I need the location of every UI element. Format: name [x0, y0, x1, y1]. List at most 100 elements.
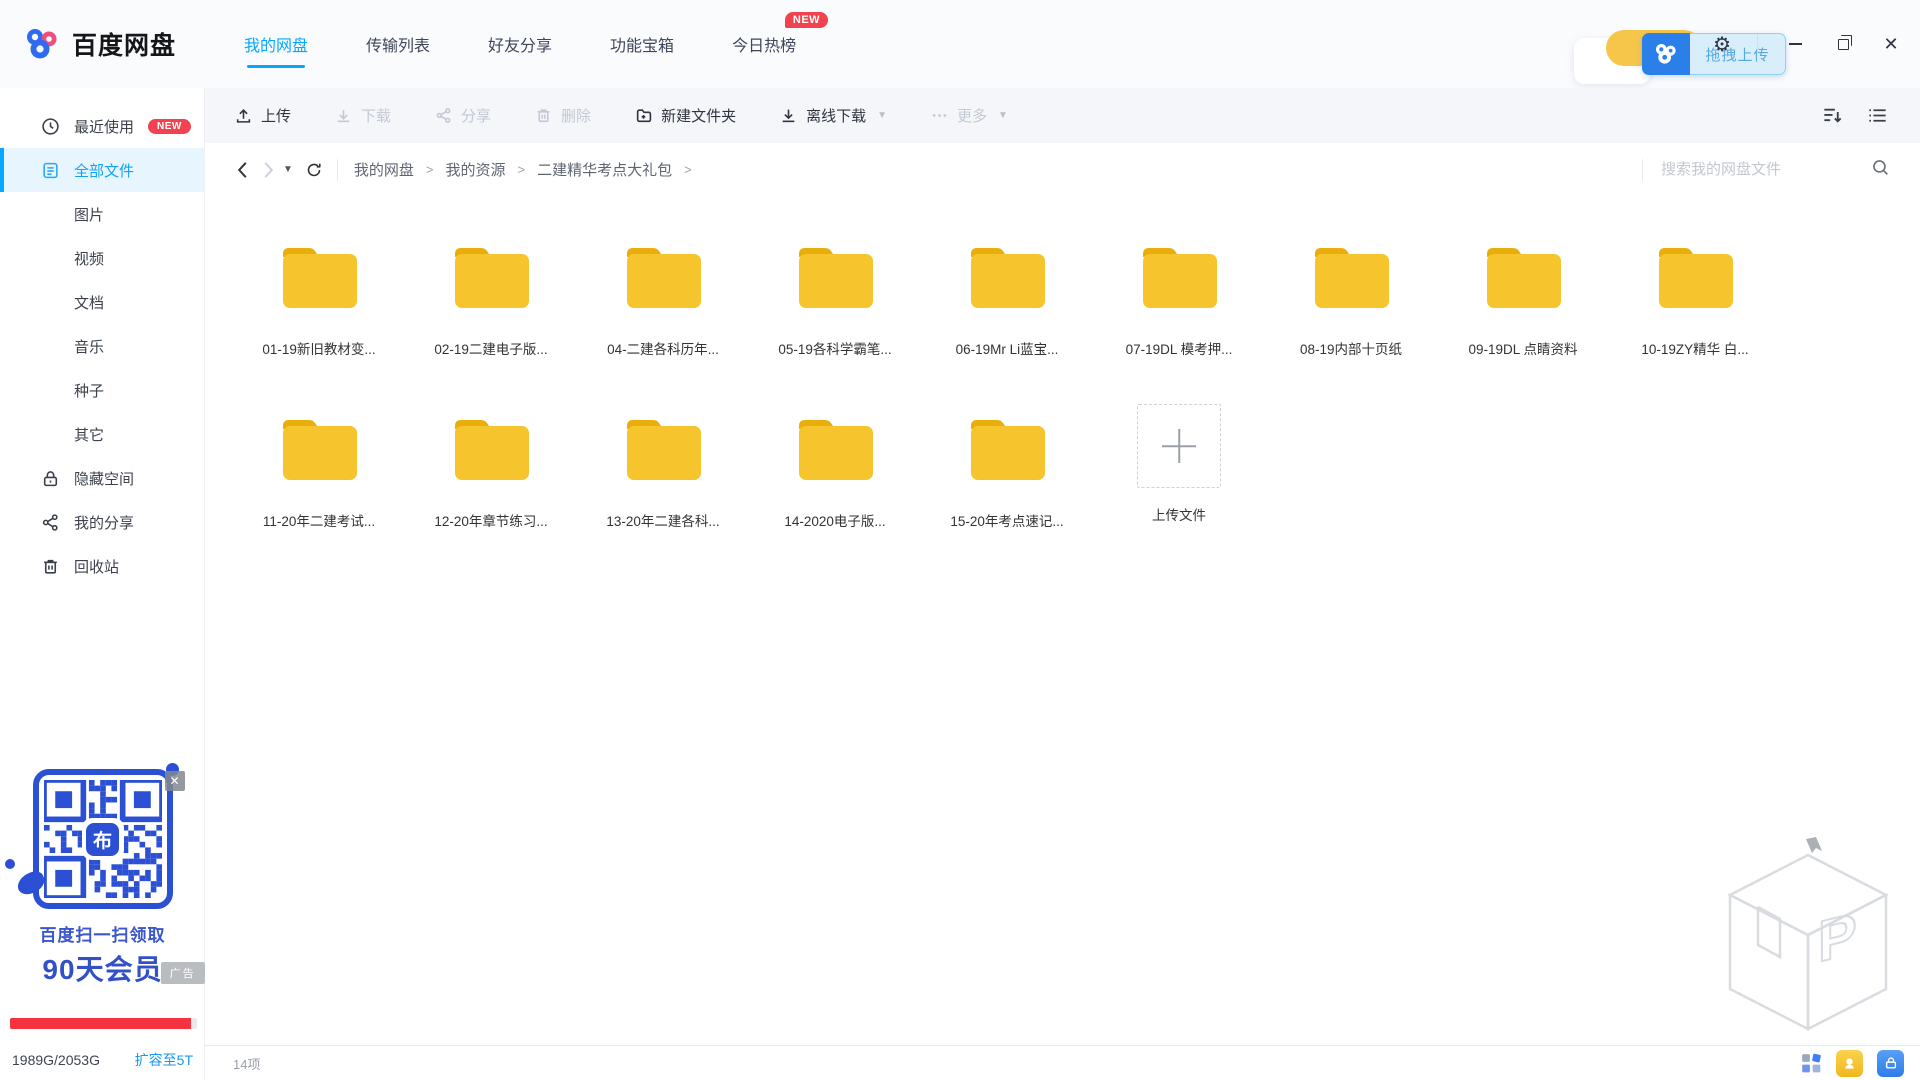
folder-icon	[1307, 242, 1395, 314]
folder-tile[interactable]: 08-19内部十页纸	[1265, 230, 1437, 402]
folder-tile[interactable]: 01-19新旧教材变...	[233, 230, 405, 402]
sidebar-category-item[interactable]: 文档	[0, 280, 204, 324]
window-controls-divider	[1757, 34, 1758, 54]
folder-icon	[619, 414, 707, 486]
breadcrumb-item[interactable]: 我的资源	[446, 159, 506, 180]
folder-tile[interactable]: 05-19各科学霸笔...	[749, 230, 921, 402]
search-input[interactable]	[1661, 161, 1871, 178]
folder-icon	[963, 414, 1051, 486]
chevron-down-icon[interactable]: ▼	[998, 110, 1008, 121]
folder-icon	[447, 414, 535, 486]
drag-upload-logo	[1642, 33, 1690, 75]
delete-button[interactable]: 删除	[535, 105, 591, 126]
refresh-icon[interactable]	[301, 157, 327, 183]
more-button[interactable]: 更多 ▼	[931, 105, 1008, 126]
sort-order-icon[interactable]	[1822, 105, 1843, 126]
folder-name: 09-19DL 点睛资料	[1468, 338, 1577, 358]
share-icon	[435, 107, 452, 124]
share-button[interactable]: 分享	[435, 105, 491, 126]
folder-tile[interactable]: 04-二建各科历年...	[577, 230, 749, 402]
folder-tile[interactable]: 15-20年考点速记...	[921, 402, 1093, 574]
ad-tag: 广告	[161, 962, 205, 984]
download-button[interactable]: 下载	[335, 105, 391, 126]
folder-tile[interactable]: 06-19Mr Li蓝宝...	[921, 230, 1093, 402]
folder-tile[interactable]: 10-19ZY精华 白...	[1609, 230, 1781, 402]
folder-tile[interactable]: 02-19二建电子版...	[405, 230, 577, 402]
minimize-button[interactable]	[1784, 33, 1806, 55]
breadcrumb-item[interactable]: 二建精华考点大礼包	[537, 159, 672, 180]
svg-text:P: P	[1818, 901, 1857, 975]
sidebar-item-label: 视频	[74, 248, 104, 269]
nav-tab[interactable]: 今日热榜NEW	[730, 26, 798, 62]
qr-code: 布 ✕	[33, 769, 173, 909]
promo-ad[interactable]: 布 ✕ 百度扫一扫领取 90天会员 广告	[0, 769, 205, 988]
clock-icon	[40, 117, 60, 136]
ad-text-line1: 百度扫一扫领取	[0, 921, 205, 946]
folder-tile[interactable]: 13-20年二建各科...	[577, 402, 749, 574]
folder-name: 10-19ZY精华 白...	[1641, 338, 1748, 358]
app-title: 百度网盘	[72, 26, 176, 62]
nav-tab[interactable]: 好友分享	[486, 26, 554, 62]
upload-file-tile[interactable]: 上传文件	[1093, 402, 1265, 574]
forward-icon[interactable]	[255, 157, 281, 183]
new-folder-button[interactable]: 新建文件夹	[635, 105, 736, 126]
storage-used-label: 1989G/2053G	[12, 1052, 100, 1068]
search-icon[interactable]	[1871, 158, 1890, 182]
share-icon	[40, 513, 60, 532]
sidebar-category-item[interactable]: 种子	[0, 368, 204, 412]
folder-tile[interactable]: 09-19DL 点睛资料	[1437, 230, 1609, 402]
lock-icon	[40, 469, 60, 488]
sidebar-category-item[interactable]: 视频	[0, 236, 204, 280]
ad-close-icon[interactable]: ✕	[165, 771, 185, 791]
chevron-down-icon[interactable]: ▼	[877, 110, 887, 121]
folder-tile[interactable]: 12-20年章节练习...	[405, 402, 577, 574]
sidebar-category-item[interactable]: 其它	[0, 412, 204, 456]
sidebar-item-label: 回收站	[74, 556, 119, 577]
nav-tab[interactable]: 我的网盘	[242, 26, 310, 62]
folder-icon	[963, 242, 1051, 314]
storage-area: 1989G/2053G 扩容至5T	[0, 1018, 205, 1080]
folder-icon	[447, 242, 535, 314]
history-dropdown-icon[interactable]: ▼	[283, 164, 293, 175]
window-controls: ⚙ ✕	[1713, 0, 1920, 88]
sidebar-category-item[interactable]: 音乐	[0, 324, 204, 368]
expand-storage-link[interactable]: 扩容至5T	[135, 1050, 193, 1070]
upload-tile-label: 上传文件	[1152, 504, 1206, 524]
folder-tile[interactable]: 07-19DL 模考押...	[1093, 230, 1265, 402]
sidebar-item-my-share[interactable]: 我的分享	[0, 500, 204, 544]
grid-view-icon[interactable]	[1800, 1052, 1822, 1074]
folder-name: 05-19各科学霸笔...	[778, 338, 891, 358]
maximize-button[interactable]	[1832, 33, 1854, 55]
nav-tab[interactable]: 功能宝箱	[608, 26, 676, 62]
offline-download-button[interactable]: 离线下载 ▼	[780, 105, 887, 126]
folder-tile[interactable]: 11-20年二建考试...	[233, 402, 405, 574]
folder-tile[interactable]: 14-2020电子版...	[749, 402, 921, 574]
sidebar-item-label: 图片	[74, 204, 104, 225]
sidebar-item-all-files[interactable]: 全部文件	[0, 148, 204, 192]
nav-tab[interactable]: 传输列表	[364, 26, 432, 62]
folder-icon	[791, 242, 879, 314]
sidebar: 最近使用 NEW 全部文件 图片视频文档音乐种子其它 隐藏空间	[0, 88, 205, 1080]
sidebar-item-recent[interactable]: 最近使用 NEW	[0, 104, 204, 148]
hidden-space-lock-icon[interactable]	[1877, 1050, 1904, 1077]
sidebar-item-hidden-space[interactable]: 隐藏空间	[0, 456, 204, 500]
sidebar-item-recycle-bin[interactable]: 回收站	[0, 544, 204, 588]
new-folder-icon	[635, 107, 652, 124]
sidebar-item-label: 全部文件	[74, 160, 134, 181]
folder-name: 14-2020电子版...	[784, 510, 885, 530]
promo-lamp-icon[interactable]	[1836, 1050, 1863, 1077]
folder-icon	[1135, 242, 1223, 314]
divider	[337, 159, 338, 181]
sidebar-item-label: 音乐	[74, 336, 104, 357]
titlebar: 百度网盘 我的网盘传输列表好友分享功能宝箱今日热榜NEW 拖拽上传	[0, 0, 1920, 88]
list-view-icon[interactable]	[1867, 105, 1888, 126]
netdisk-cloud-icon	[1652, 42, 1680, 66]
sidebar-category-item[interactable]: 图片	[0, 192, 204, 236]
close-button[interactable]: ✕	[1880, 33, 1902, 55]
upload-button[interactable]: 上传	[235, 105, 291, 126]
breadcrumb: 我的网盘>我的资源>二建精华考点大礼包>	[354, 159, 692, 180]
breadcrumb-item[interactable]: 我的网盘	[354, 159, 414, 180]
back-icon[interactable]	[229, 157, 255, 183]
item-count: 14项	[233, 1054, 260, 1073]
settings-gear-icon[interactable]: ⚙	[1713, 32, 1731, 57]
